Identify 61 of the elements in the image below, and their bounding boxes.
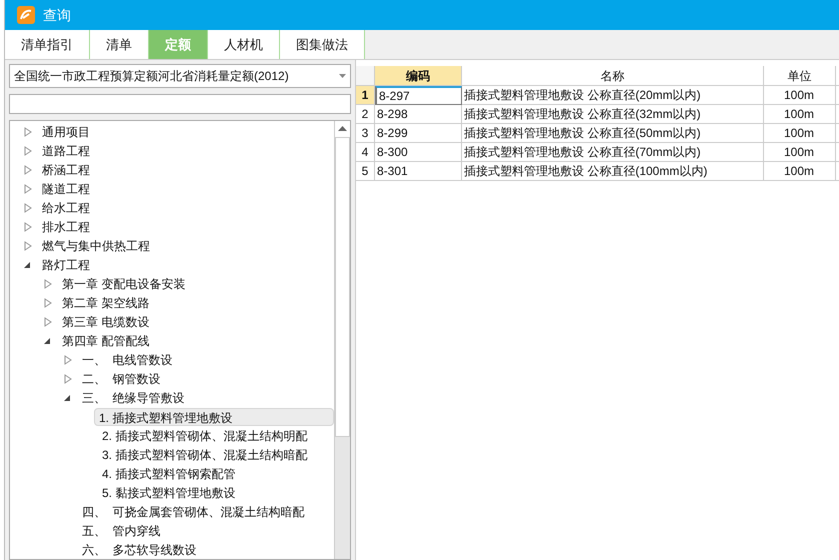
tree-item[interactable]: 一、 电线管数设: [78, 350, 177, 368]
table-cell: 插接式塑料管理地敷设 公称直径(20mm以内): [462, 86, 764, 105]
window-title: 查询: [43, 6, 71, 24]
tree-item[interactable]: 四、 可挠金属套管砌体、混凝土结构暗配: [78, 502, 309, 520]
tree-item[interactable]: 二、 钢管数设: [78, 370, 165, 388]
scroll-up-icon[interactable]: [335, 121, 350, 137]
row-number[interactable]: 3: [356, 124, 375, 143]
tree-item[interactable]: 排水工程: [38, 218, 94, 236]
collapse-arrow-icon[interactable]: [44, 336, 52, 344]
tree-item[interactable]: 第一章 变配电设备安装: [58, 274, 190, 292]
collapse-arrow-icon[interactable]: [64, 394, 72, 402]
tree-item[interactable]: 给水工程: [38, 198, 94, 216]
tree-item[interactable]: 通用项目: [38, 122, 94, 140]
table-cell: 100m: [764, 124, 836, 143]
tree-item[interactable]: 第四章 配管配线: [58, 332, 154, 350]
scrollbar[interactable]: [334, 121, 350, 559]
tree-item[interactable]: 4. 插接式塑料管钢索配管: [98, 464, 240, 482]
tree-item[interactable]: 五、 管内穿线: [78, 522, 165, 540]
tree-item[interactable]: 第三章 电缆数设: [58, 312, 154, 330]
tab[interactable]: 清单: [90, 30, 149, 59]
search-field[interactable]: [9, 94, 351, 114]
column-header: 单位: [764, 66, 836, 86]
app-logo-icon: [17, 6, 35, 24]
table-cell: 8-297: [375, 86, 462, 105]
table-cell: 插接式塑料管理地敷设 公称直径(100mm以内): [462, 162, 764, 181]
row-number[interactable]: 4: [356, 143, 375, 162]
table-cell: 插接式塑料管理地敷设 公称直径(50mm以内): [462, 124, 764, 143]
tab[interactable]: 图集做法: [280, 30, 365, 59]
tree-item[interactable]: 路灯工程: [38, 256, 94, 274]
table-cell: 8-300: [375, 143, 462, 162]
row-number[interactable]: 5: [356, 162, 375, 181]
table-cell: 插接式塑料管理地敷设 公称直径(70mm以内): [462, 143, 764, 162]
tree-item[interactable]: 1. 插接式塑料管埋地敷设: [94, 408, 334, 426]
tree-item[interactable]: 第二章 架空线路: [58, 294, 154, 312]
row-number[interactable]: 1: [356, 86, 375, 105]
tree-item[interactable]: 三、 绝缘导管敷设: [78, 388, 189, 406]
table-cell: 100m: [764, 105, 836, 124]
tree-item[interactable]: 燃气与集中供热工程: [38, 236, 154, 254]
dropdown-caret-icon[interactable]: [339, 74, 346, 78]
tree-item[interactable]: 道路工程: [38, 142, 94, 160]
table-cell: 8-298: [375, 105, 462, 124]
tree-item[interactable]: 3. 插接式塑料管砌体、混凝土结构暗配: [98, 446, 312, 464]
table-cell: 100m: [764, 143, 836, 162]
tree-item[interactable]: 六、 多芯软导线数设: [78, 540, 201, 558]
tree-item[interactable]: 桥涵工程: [38, 160, 94, 178]
tree-item[interactable]: 5. 黏接式塑料管埋地敷设: [98, 484, 240, 502]
row-number[interactable]: 2: [356, 105, 375, 124]
table-cell: 100m: [764, 162, 836, 181]
tree-item[interactable]: 隧道工程: [38, 180, 94, 198]
tab[interactable]: 人材机: [208, 30, 280, 59]
table-cell: 100m: [764, 86, 836, 105]
table-cell: 8-299: [375, 124, 462, 143]
collapse-arrow-icon[interactable]: [24, 260, 32, 268]
column-header: 编码: [375, 66, 462, 86]
tree-item[interactable]: 2. 插接式塑料管砌体、混凝土结构明配: [98, 426, 312, 444]
column-header: 名称: [462, 66, 764, 86]
tab[interactable]: 清单指引: [5, 30, 90, 59]
table-cell: 8-301: [375, 162, 462, 181]
library-dropdown[interactable]: 全国统一市政工程预算定额河北省消耗量定额(2012): [9, 64, 351, 88]
table-cell: 插接式塑料管理地敷设 公称直径(32mm以内): [462, 105, 764, 124]
scroll-thumb[interactable]: [335, 137, 350, 437]
